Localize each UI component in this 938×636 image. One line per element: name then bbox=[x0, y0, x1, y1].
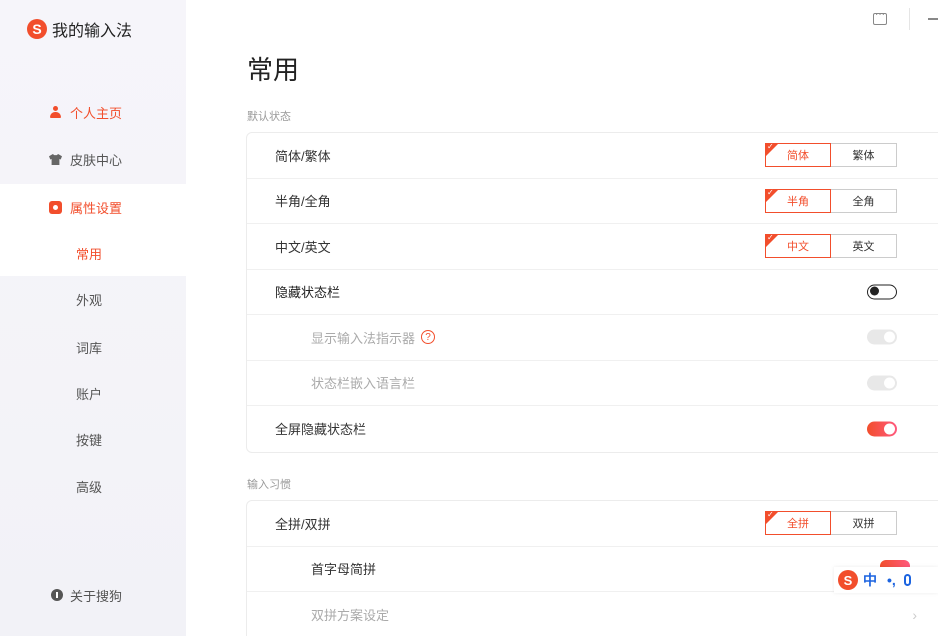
sidebar-subitem-appearance[interactable]: 外观 bbox=[0, 276, 186, 322]
ime-punctuation-indicator[interactable]: •, bbox=[887, 572, 896, 588]
sidebar: S 我的输入法 个人主页 皮肤中心 属性设置 常用 外观 词库 账户 按键 高级… bbox=[0, 0, 186, 636]
main-panel: 常用 默认状态 简体/繁体 简体 繁体 半角/全角 半角 全角 中文/英文 中文… bbox=[186, 0, 938, 636]
row-shuangpin-scheme[interactable]: 双拼方案设定 › bbox=[247, 592, 938, 636]
quanshuang-segmented: 全拼 双拼 bbox=[765, 510, 897, 536]
sidebar-subitem-label: 高级 bbox=[76, 479, 103, 495]
row-embed-lang: 状态栏嵌入语言栏 bbox=[247, 361, 938, 406]
row-fullscreen-hide: 全屏隐藏状态栏 bbox=[247, 406, 938, 452]
gear-icon bbox=[49, 201, 62, 214]
embed-lang-toggle[interactable] bbox=[867, 375, 897, 391]
window-controls bbox=[873, 8, 938, 30]
sidebar-item-settings[interactable]: 属性设置 bbox=[0, 184, 186, 230]
option-jianti[interactable]: 简体 bbox=[765, 142, 831, 168]
sidebar-subitem-keys[interactable]: 按键 bbox=[0, 416, 186, 462]
row-zhongying: 中文/英文 中文 英文 bbox=[247, 224, 938, 270]
row-show-indicator: 显示输入法指示器 ? bbox=[247, 315, 938, 361]
row-label: 半角/全角 bbox=[275, 194, 331, 210]
fullscreen-hide-toggle[interactable] bbox=[867, 421, 897, 437]
option-zhongwen[interactable]: 中文 bbox=[765, 233, 831, 259]
shirt-icon bbox=[49, 154, 62, 165]
sidebar-item-label: 属性设置 bbox=[70, 200, 123, 216]
default-state-card: 简体/繁体 简体 繁体 半角/全角 半角 全角 中文/英文 中文 英文 隐藏状态… bbox=[246, 132, 938, 453]
info-icon bbox=[51, 589, 63, 601]
option-quanpin[interactable]: 全拼 bbox=[765, 510, 831, 536]
chevron-right-icon: › bbox=[912, 606, 917, 623]
option-banjiao[interactable]: 半角 bbox=[765, 188, 831, 213]
option-fanti[interactable]: 繁体 bbox=[831, 143, 897, 168]
sidebar-subitem-account[interactable]: 账户 bbox=[0, 370, 186, 416]
sidebar-subitem-label: 常用 bbox=[76, 246, 103, 262]
sogou-logo-icon: S bbox=[838, 570, 858, 590]
sidebar-subitem-label: 外观 bbox=[76, 292, 103, 308]
ime-language-indicator[interactable]: 中 bbox=[863, 570, 877, 590]
sidebar-subitem-label: 按键 bbox=[76, 432, 103, 448]
app-title: 我的输入法 bbox=[52, 23, 133, 40]
sidebar-subitem-label: 账户 bbox=[76, 386, 103, 402]
option-shuangpin[interactable]: 双拼 bbox=[831, 511, 897, 536]
option-quanjiao[interactable]: 全角 bbox=[831, 188, 897, 213]
section-label-default: 默认状态 bbox=[247, 111, 291, 123]
sidebar-subitem-advanced[interactable]: 高级 bbox=[0, 463, 186, 509]
divider bbox=[909, 8, 910, 30]
row-label: 简体/繁体 bbox=[275, 148, 331, 164]
feedback-icon[interactable] bbox=[873, 9, 887, 25]
help-icon[interactable]: ? bbox=[421, 330, 436, 345]
zhongying-segmented: 中文 英文 bbox=[765, 233, 897, 259]
row-label: 隐藏状态栏 bbox=[275, 285, 341, 301]
row-label: 显示输入法指示器 bbox=[311, 330, 416, 346]
jianfan-segmented: 简体 繁体 bbox=[765, 142, 897, 168]
page-title: 常用 bbox=[247, 55, 300, 85]
option-yingwen[interactable]: 英文 bbox=[831, 234, 897, 259]
row-label: 状态栏嵌入语言栏 bbox=[311, 376, 416, 392]
row-label: 中文/英文 bbox=[275, 239, 331, 255]
row-banquan: 半角/全角 半角 全角 bbox=[247, 179, 938, 224]
ime-status-bar[interactable]: S 中 •, bbox=[834, 567, 938, 593]
row-label: 首字母简拼 bbox=[311, 562, 377, 578]
banquan-segmented: 半角 全角 bbox=[765, 188, 897, 213]
sidebar-item-label: 关于搜狗 bbox=[70, 588, 123, 604]
row-jianfan: 简体/繁体 简体 繁体 bbox=[247, 133, 938, 179]
sogou-logo-icon: S bbox=[27, 19, 47, 39]
sidebar-item-label: 个人主页 bbox=[70, 105, 123, 121]
brand: S 我的输入法 bbox=[27, 17, 132, 41]
row-label: 双拼方案设定 bbox=[311, 608, 390, 624]
row-hide-status: 隐藏状态栏 bbox=[247, 270, 938, 315]
sidebar-item-profile[interactable]: 个人主页 bbox=[0, 89, 186, 135]
row-quanshuang: 全拼/双拼 全拼 双拼 bbox=[247, 501, 938, 547]
show-indicator-toggle[interactable] bbox=[867, 329, 897, 345]
sidebar-subitem-dictionary[interactable]: 词库 bbox=[0, 324, 186, 370]
row-label: 全拼/双拼 bbox=[275, 516, 331, 532]
minimize-icon[interactable] bbox=[928, 18, 938, 20]
sidebar-subitem-label: 词库 bbox=[76, 340, 103, 356]
row-label: 全屏隐藏状态栏 bbox=[275, 422, 367, 438]
section-label-habit: 输入习惯 bbox=[247, 479, 291, 491]
sidebar-subitem-common[interactable]: 常用 bbox=[0, 230, 186, 276]
microphone-icon[interactable] bbox=[903, 574, 911, 586]
sidebar-item-label: 皮肤中心 bbox=[70, 152, 123, 168]
sidebar-item-skins[interactable]: 皮肤中心 bbox=[0, 136, 186, 182]
sidebar-item-about[interactable]: 关于搜狗 bbox=[0, 572, 186, 618]
hide-status-toggle[interactable] bbox=[867, 284, 897, 300]
person-icon bbox=[50, 106, 61, 118]
